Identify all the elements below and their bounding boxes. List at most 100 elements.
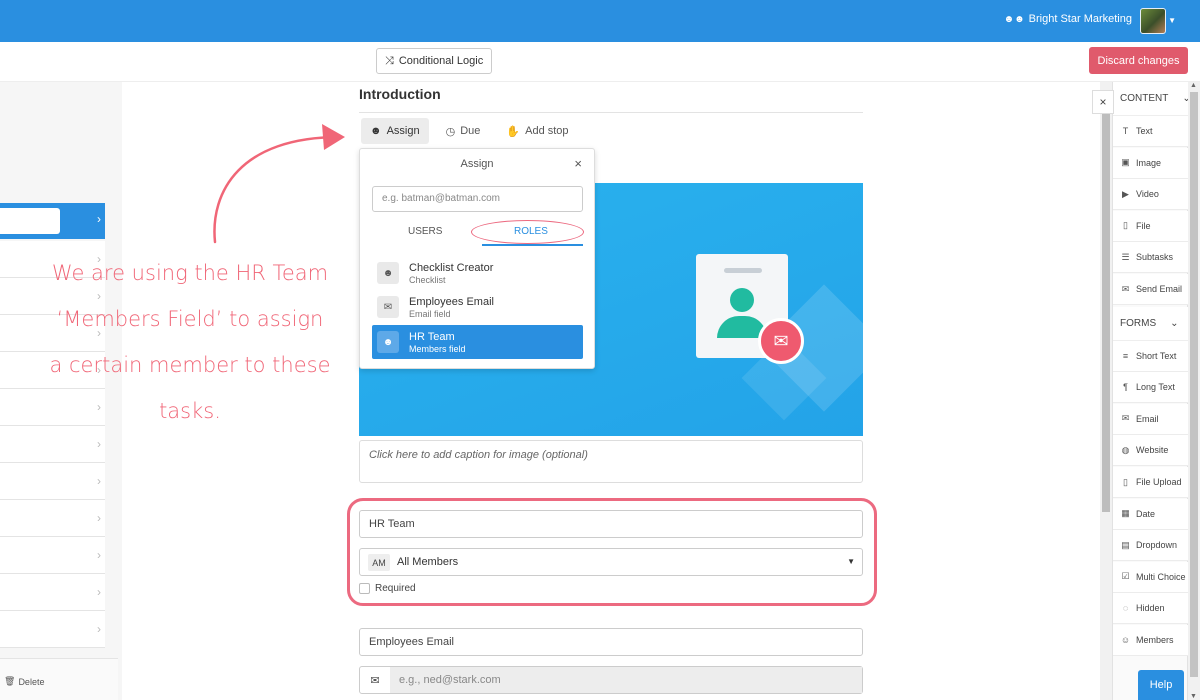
widget-label: File Upload	[1136, 477, 1182, 487]
left-list-item[interactable]: ›	[0, 500, 105, 537]
widget-label: File	[1136, 220, 1151, 231]
assign-tab[interactable]: ☻ Assign	[361, 118, 429, 144]
chevron-right-icon: ›	[97, 585, 101, 599]
active-tab-indicator	[482, 244, 583, 246]
section-label: FORMS	[1120, 317, 1157, 329]
left-footer: 🗑 Delete	[0, 658, 118, 700]
widget-long-text[interactable]: ¶ Long Text	[1113, 372, 1189, 404]
list-icon: ☰	[1121, 251, 1130, 262]
envelope-icon: ✉	[758, 318, 804, 364]
widget-members[interactable]: ☺ Members	[1113, 625, 1189, 656]
role-item-employees-email[interactable]: ✉ Employees Email Email field	[372, 290, 583, 324]
widget-website[interactable]: ◍ Website	[1113, 435, 1189, 467]
widget-label: Multi Choice	[1136, 571, 1186, 582]
widget-short-text[interactable]: ≡ Short Text	[1113, 340, 1189, 372]
video-icon: ▶	[1122, 188, 1129, 199]
widget-multi-choice[interactable]: ☑ Multi Choice	[1113, 561, 1189, 593]
left-list-item[interactable]: ›	[0, 611, 105, 648]
left-list-item[interactable]: ›	[0, 574, 105, 611]
role-name: Employees Email	[409, 295, 494, 308]
file-icon: ▯	[1123, 220, 1128, 231]
scrollbar-thumb[interactable]	[1190, 92, 1198, 677]
email-input[interactable]: e.g., ned@stark.com	[390, 667, 862, 693]
widget-subtasks[interactable]: ☰ Subtasks	[1113, 242, 1189, 274]
chevron-right-icon: ›	[97, 474, 101, 488]
calendar-icon: ▦	[1121, 508, 1130, 519]
members-prefix-badge: AM	[368, 554, 390, 571]
email-field-name-input[interactable]: Employees Email	[359, 628, 863, 656]
editor-scrollbar[interactable]	[1100, 82, 1112, 700]
delete-label: Delete	[18, 676, 45, 687]
widget-label: Dropdown	[1136, 540, 1178, 551]
widget-email[interactable]: ✉ Email	[1113, 403, 1189, 435]
add-stop-tab[interactable]: ✋ Add stop	[497, 118, 577, 144]
annotation-line: We are using the HR Team	[51, 261, 329, 285]
dropdown-icon: ▤	[1121, 539, 1130, 550]
close-panel-button[interactable]: ×	[1092, 90, 1114, 114]
scrollbar-thumb[interactable]	[1102, 112, 1110, 512]
scroll-up-icon[interactable]: ▲	[1190, 82, 1197, 89]
due-tab[interactable]: ◷ Due	[437, 118, 490, 144]
discard-changes-button[interactable]: Discard changes	[1089, 47, 1188, 74]
card-bar	[724, 268, 762, 273]
annotation-text: We are using the HR Team ‘Members Field’…	[30, 250, 350, 434]
role-type: Checklist	[409, 274, 446, 285]
image-icon: ▣	[1121, 157, 1130, 168]
org-switcher[interactable]: ☻☻ Bright Star Marketing	[1004, 13, 1132, 25]
envelope-icon: ✉	[377, 296, 399, 318]
group-icon: ☻	[377, 331, 399, 353]
chevron-right-icon: ›	[97, 511, 101, 525]
required-checkbox[interactable]: Required	[359, 583, 416, 594]
widget-video[interactable]: ▶ Video	[1113, 179, 1189, 211]
chevron-right-icon: ›	[97, 212, 101, 226]
widget-label: Date	[1136, 508, 1156, 519]
panel-section-content[interactable]: CONTENT ⌄	[1113, 82, 1191, 116]
widget-label: Long Text	[1136, 382, 1175, 393]
shuffle-icon: ⤨	[385, 54, 394, 67]
checkbox[interactable]	[359, 583, 370, 594]
avatar[interactable]	[1140, 8, 1166, 34]
tab-users[interactable]: USERS	[408, 226, 442, 237]
file-icon: ▯	[1123, 476, 1128, 487]
org-name: Bright Star Marketing	[1028, 13, 1132, 25]
members-field-name-input[interactable]: HR Team	[359, 510, 863, 538]
widget-hidden[interactable]: ◌ Hidden	[1113, 593, 1189, 625]
widget-label: Email	[1136, 413, 1159, 424]
role-item-checklist-creator[interactable]: ☻ Checklist Creator Checklist	[372, 256, 583, 290]
left-list-item[interactable]: ›	[0, 537, 105, 574]
editor-toolbar: ⤨ Conditional Logic Discard changes	[0, 42, 1200, 82]
widget-label: Website	[1136, 445, 1169, 456]
image-caption-input[interactable]: Click here to add caption for image (opt…	[359, 440, 863, 483]
members-select[interactable]: AM All Members ▼	[359, 548, 863, 576]
delete-button[interactable]: 🗑 Delete	[4, 676, 44, 687]
widget-date[interactable]: ▦ Date	[1113, 498, 1189, 530]
panel-section-forms[interactable]: FORMS ⌄	[1113, 306, 1189, 341]
task-title[interactable]: Introduction	[359, 86, 441, 102]
left-list-item[interactable]: ›	[0, 463, 105, 500]
widget-dropdown[interactable]: ▤ Dropdown	[1113, 530, 1189, 562]
widget-image[interactable]: ▣ Image	[1113, 147, 1189, 179]
widget-send-email[interactable]: ✉ Send Email	[1113, 274, 1189, 305]
multi-choice-icon: ☑	[1121, 571, 1130, 582]
chevron-right-icon: ›	[97, 548, 101, 562]
left-item-active[interactable]: ›	[0, 203, 105, 239]
role-item-hr-team[interactable]: ☻ HR Team Members field	[372, 325, 583, 359]
close-icon[interactable]: ×	[574, 156, 582, 171]
widget-text[interactable]: T Text	[1113, 116, 1189, 147]
widget-label: Image	[1136, 157, 1162, 168]
assign-search-input[interactable]: e.g. batman@batman.com	[372, 186, 583, 212]
role-type: Members field	[409, 343, 466, 354]
widget-label: Send Email	[1136, 284, 1183, 294]
page-scrollbar[interactable]: ▲ ▼	[1188, 82, 1200, 700]
chevron-down-icon[interactable]: ▼	[1168, 16, 1176, 25]
scroll-down-icon[interactable]: ▼	[1190, 693, 1197, 700]
assign-popup: Assign × e.g. batman@batman.com USERS RO…	[359, 148, 595, 369]
group-icon: ☻☻	[1003, 13, 1025, 25]
conditional-logic-button[interactable]: ⤨ Conditional Logic	[376, 48, 493, 74]
widget-file[interactable]: ▯ File	[1113, 210, 1189, 242]
hidden-icon: ◌	[1122, 603, 1129, 614]
chevron-down-icon: ⌄	[1170, 317, 1179, 329]
left-item-title-input[interactable]	[0, 208, 60, 234]
help-button[interactable]: Help	[1138, 670, 1184, 700]
widget-file-upload[interactable]: ▯ File Upload	[1113, 467, 1189, 498]
